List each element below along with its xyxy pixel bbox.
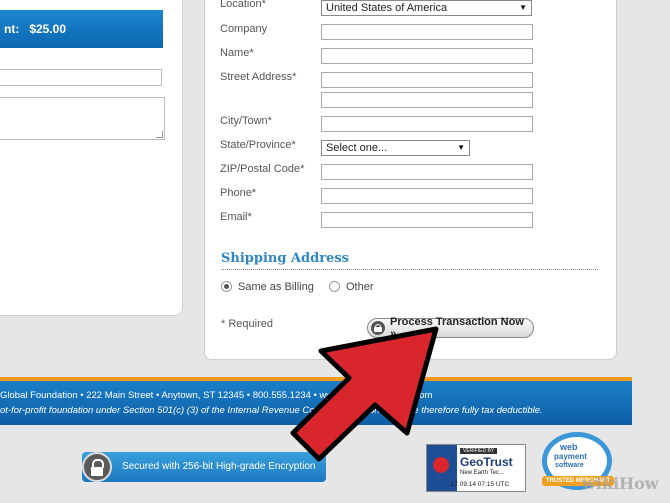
wikihow-watermark: wikiHow (582, 474, 659, 493)
pointer-arrow-icon (290, 326, 439, 462)
